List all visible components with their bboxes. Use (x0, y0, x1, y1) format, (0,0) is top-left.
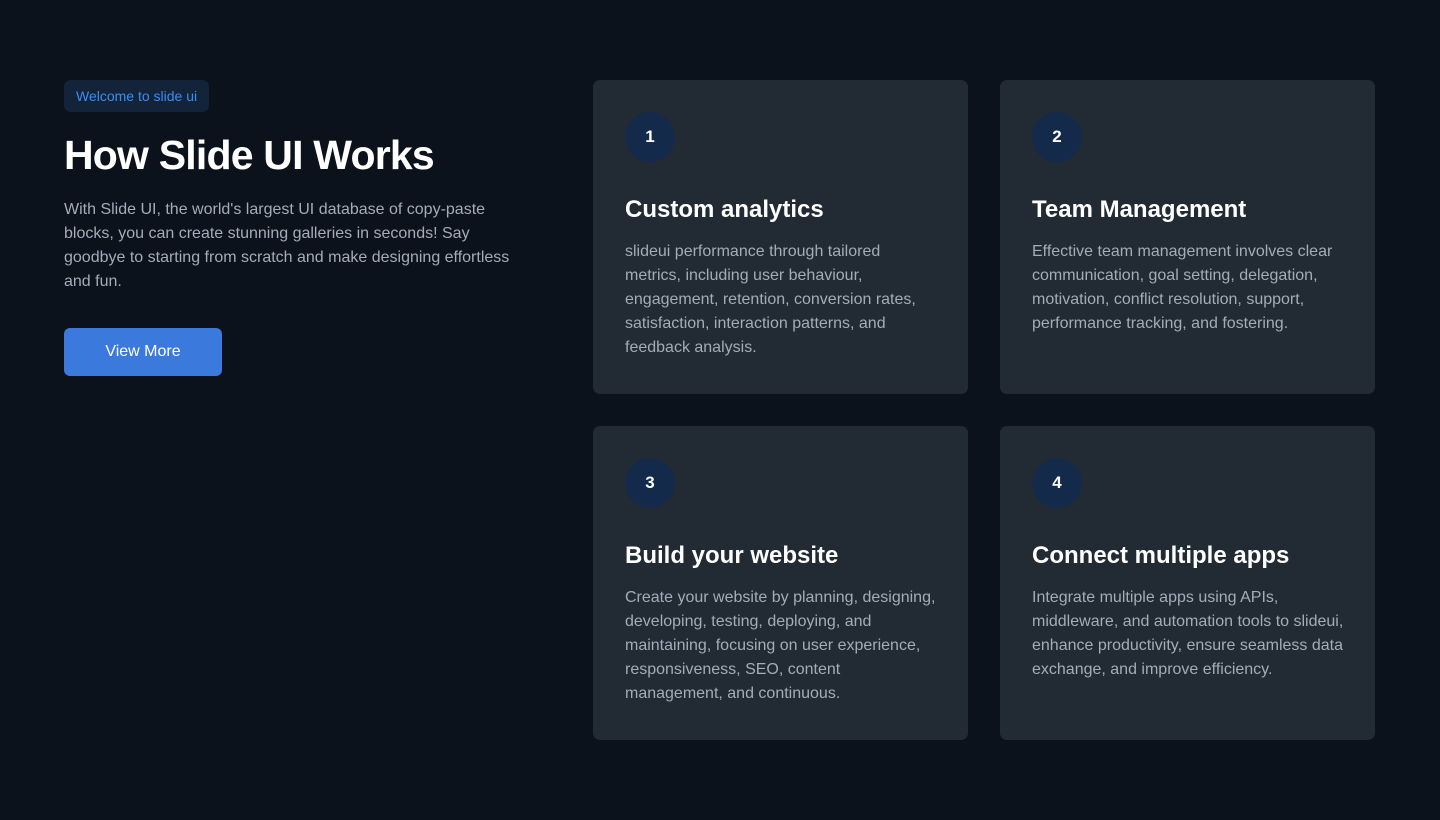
step-number-badge: 1 (625, 112, 675, 162)
feature-card-connect-apps: 4 Connect multiple apps Integrate multip… (1000, 426, 1375, 740)
card-title: Team Management (1032, 196, 1247, 223)
step-number-badge: 2 (1032, 112, 1082, 162)
page: Welcome to slide ui How Slide UI Works W… (0, 0, 1440, 820)
card-title: Connect multiple apps (1032, 542, 1290, 569)
intro-description: With Slide UI, the world's largest UI da… (64, 201, 510, 290)
view-more-button[interactable]: View More (64, 328, 222, 376)
step-number-badge: 4 (1032, 458, 1082, 508)
step-number-badge: 3 (625, 458, 675, 508)
feature-card-build-website: 3 Build your website Create your website… (593, 426, 968, 740)
card-title: Build your website (625, 542, 839, 569)
card-description: Integrate multiple apps using APIs, midd… (1032, 589, 1344, 678)
card-title: Custom analytics (625, 196, 824, 223)
feature-card-team-management: 2 Team Management Effective team managem… (1000, 80, 1375, 394)
intro-section: Welcome to slide ui How Slide UI Works W… (64, 80, 534, 376)
card-description: Create your website by planning, designi… (625, 589, 936, 702)
card-description: Effective team management involves clear… (1032, 243, 1333, 332)
page-title: How Slide UI Works (64, 132, 435, 178)
card-description: slideui performance through tailored met… (625, 243, 916, 356)
feature-card-custom-analytics: 1 Custom analytics slideui performance t… (593, 80, 968, 394)
welcome-badge: Welcome to slide ui (64, 80, 210, 112)
